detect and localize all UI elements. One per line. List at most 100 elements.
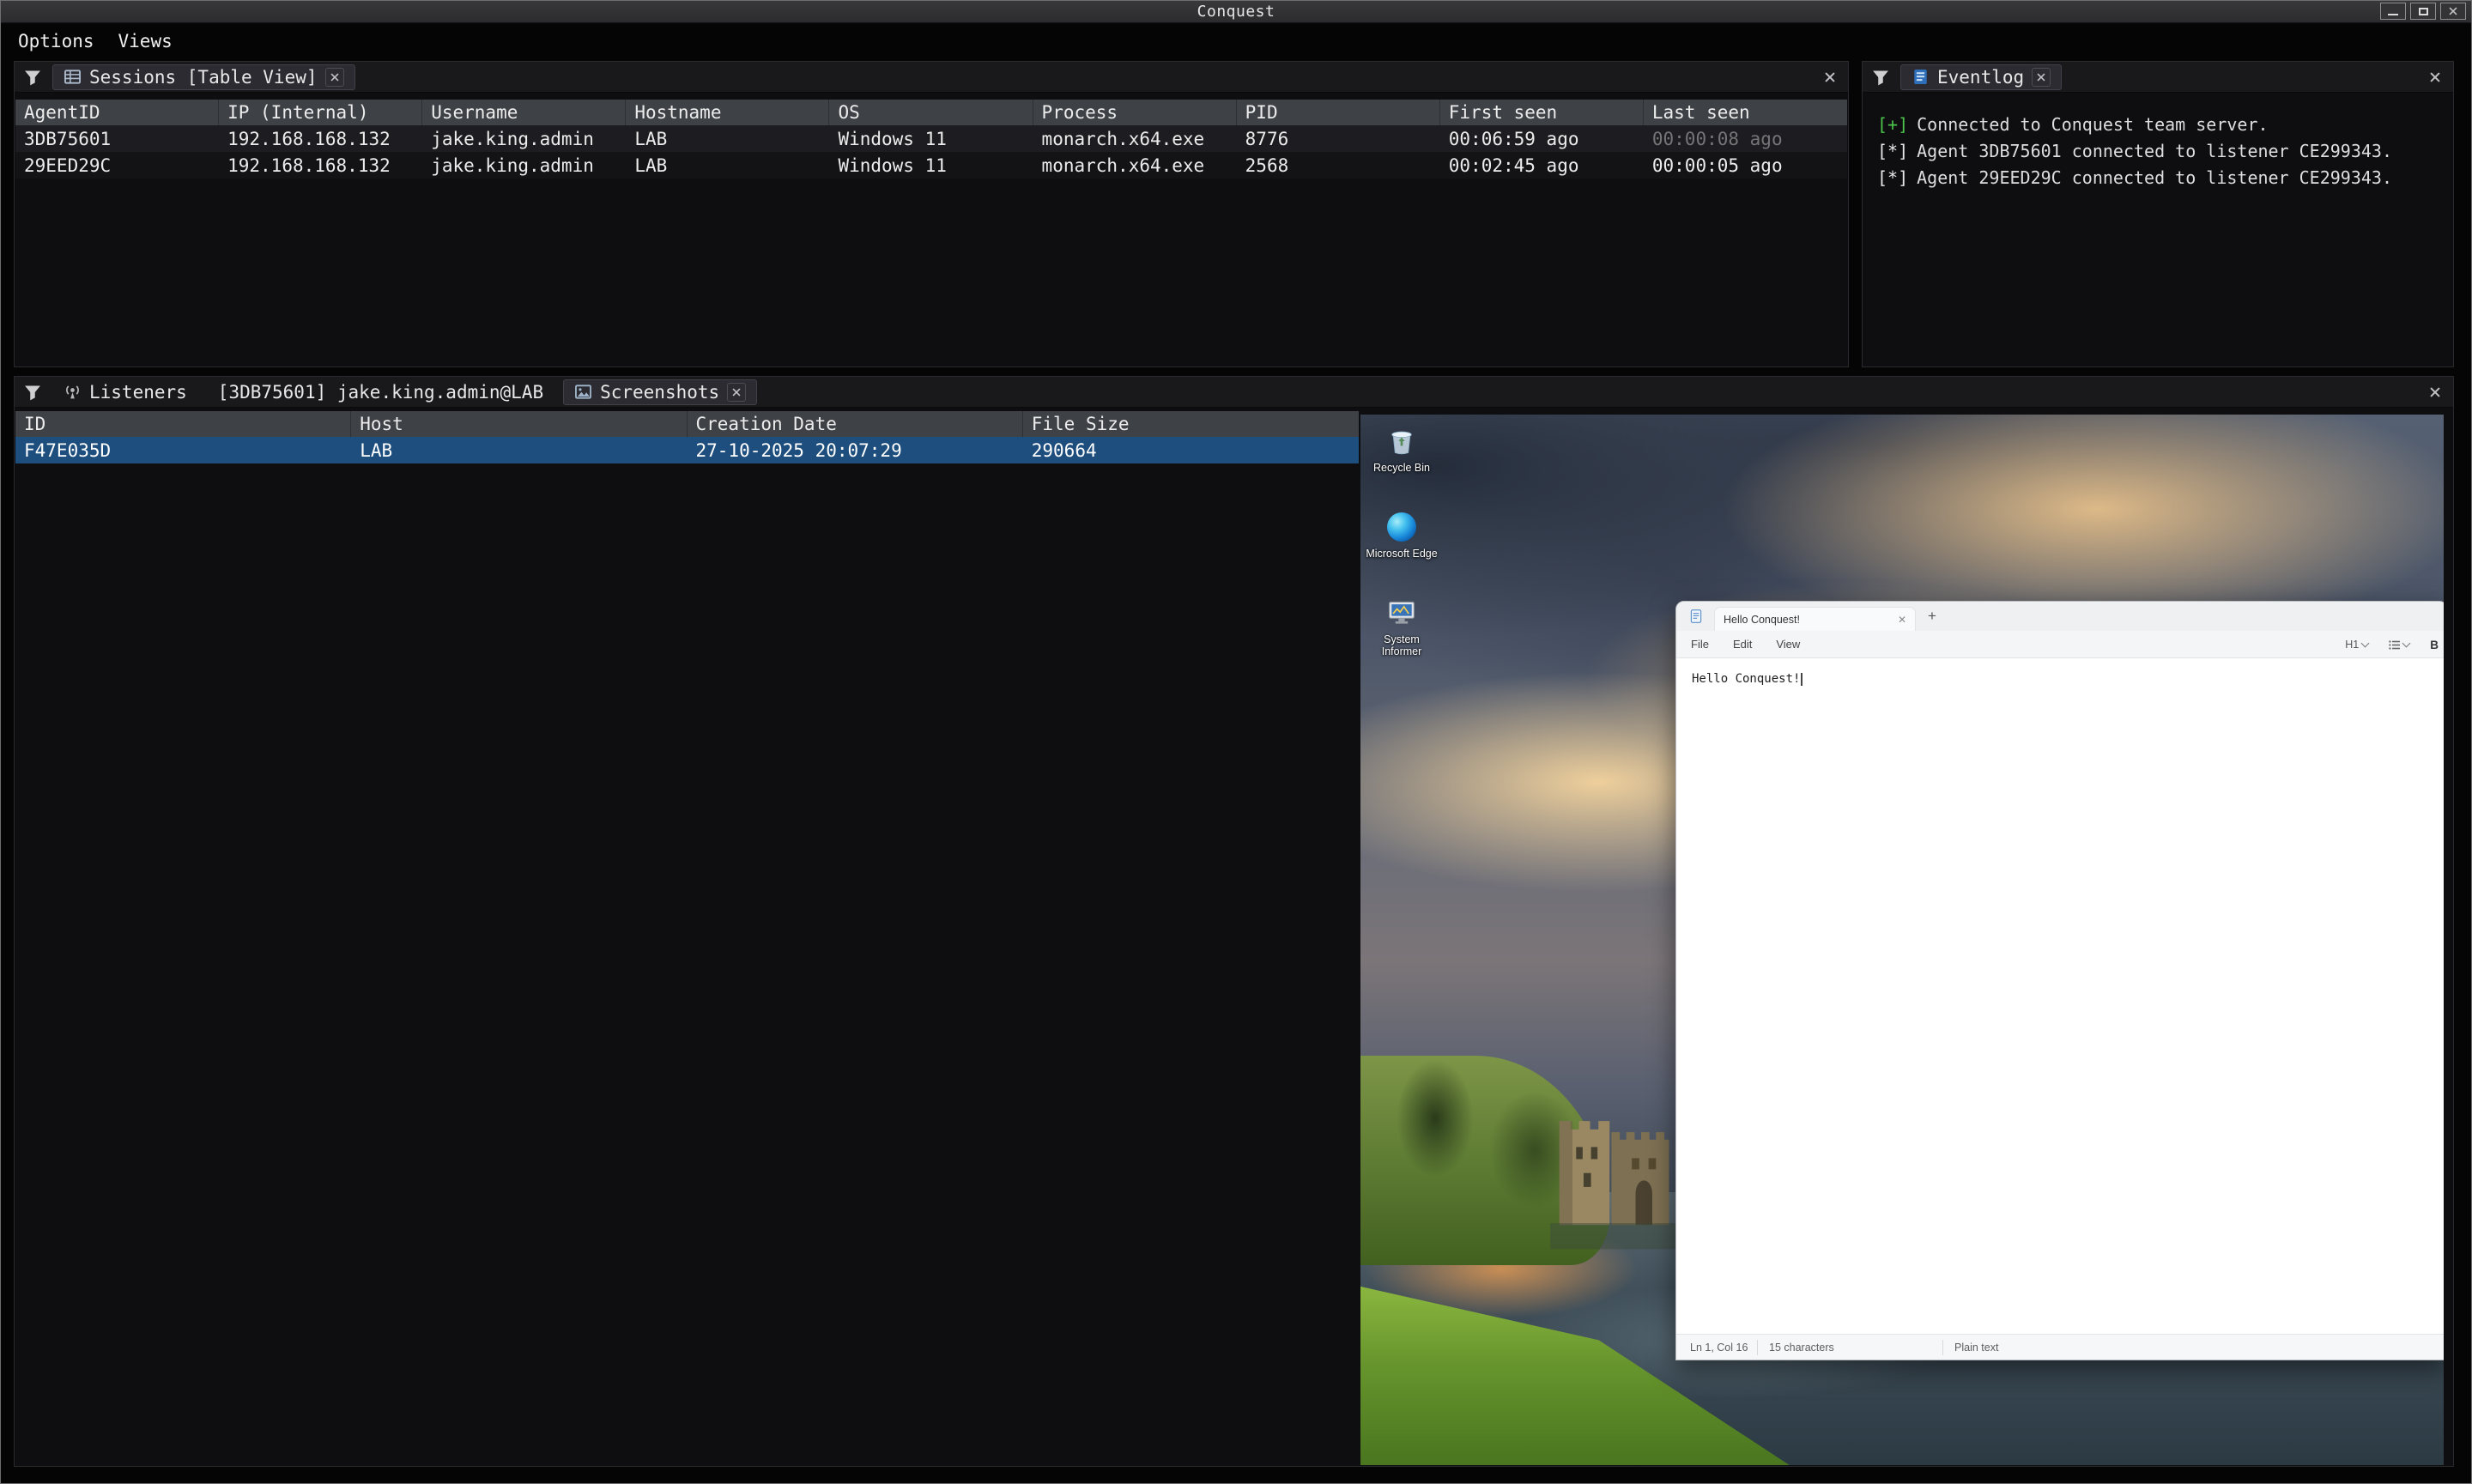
cell-pid: 8776 (1237, 129, 1440, 149)
cell-agentid: 29EED29C (15, 155, 219, 176)
maximize-button[interactable] (2410, 3, 2436, 20)
bottom-panel-close-icon[interactable] (2429, 386, 2441, 398)
cell-file-size: 290664 (1023, 440, 1359, 461)
notepad-bold-control: B (2430, 639, 2439, 651)
col-hostname[interactable]: Hostname (626, 100, 829, 125)
cell-last-seen: 00:00:08 ago (1644, 129, 1847, 149)
notepad-window: Hello Conquest! ✕ + File Edit View H1 (1675, 601, 2444, 1360)
close-button[interactable] (2440, 3, 2466, 20)
eventlog-text: Connected to Conquest team server. (1917, 114, 2268, 135)
session-row[interactable]: 3DB75601 192.168.168.132 jake.king.admin… (15, 125, 1847, 152)
tab-agent-session[interactable]: [3DB75601] jake.king.admin@LAB (207, 379, 554, 405)
notepad-statusbar: Ln 1, Col 16 15 characters Plain text (1676, 1334, 2444, 1360)
system-informer-icon (1386, 597, 1417, 628)
eventlog-text: Agent 3DB75601 connected to listener CE2… (1917, 141, 2392, 161)
status-cursor-position: Ln 1, Col 16 (1676, 1340, 1757, 1355)
eventlog-text: Agent 29EED29C connected to listener CE2… (1917, 167, 2392, 188)
tab-listeners[interactable]: Listeners (52, 379, 198, 405)
eventlog-body: [+]Connected to Conquest team server. [*… (1863, 100, 2452, 366)
tab-eventlog-label: Eventlog (1937, 67, 2024, 88)
notepad-menu-file: File (1691, 638, 1709, 651)
col-host[interactable]: Host (351, 411, 687, 437)
notepad-new-tab-button: + (1928, 608, 1936, 625)
notepad-tab-close-icon: ✕ (1898, 614, 1906, 626)
eventlog-line: [*]Agent 29EED29C connected to listener … (1877, 165, 2439, 191)
col-pid[interactable]: PID (1237, 100, 1440, 125)
notepad-menu-view: View (1776, 638, 1800, 651)
titlebar: Conquest (1, 1, 2471, 23)
cell-ip: 192.168.168.132 (219, 155, 422, 176)
notepad-editor: Hello Conquest! (1676, 659, 2444, 1334)
sessions-tabbar: Sessions [Table View] (15, 62, 1848, 93)
cell-os: Windows 11 (829, 155, 1033, 176)
col-id[interactable]: ID (15, 411, 351, 437)
col-first-seen[interactable]: First seen (1440, 100, 1644, 125)
close-icon (2037, 72, 2046, 82)
filter-funnel-icon[interactable] (23, 68, 42, 87)
bottom-panel: Listeners [3DB75601] jake.king.admin@LAB… (14, 376, 2454, 1467)
eventlog-line: [*]Agent 3DB75601 connected to listener … (1877, 138, 2439, 165)
status-character-count: 15 characters (1757, 1340, 1942, 1355)
screenshot-row[interactable]: F47E035D LAB 27-10-2025 20:07:29 290664 (15, 437, 1359, 463)
cell-hostname: LAB (626, 129, 829, 149)
cell-username: jake.king.admin (422, 155, 626, 176)
desktop-icon-microsoft-edge: Microsoft Edge (1366, 511, 1438, 560)
listeners-icon (64, 383, 82, 401)
eventlog-panel: Eventlog [+]Connected to Conquest team s… (1862, 61, 2454, 367)
session-row[interactable]: 29EED29C 192.168.168.132 jake.king.admin… (15, 152, 1847, 179)
conquest-window: Conquest Options Views Sessions [Table V… (0, 0, 2472, 1484)
eventlog-panel-close-icon[interactable] (2429, 71, 2441, 83)
tab-sessions-close-icon[interactable] (325, 68, 344, 87)
close-icon (732, 387, 742, 397)
tab-screenshots[interactable]: Screenshots (563, 379, 757, 405)
close-icon (2429, 386, 2441, 398)
minimize-button[interactable] (2380, 3, 2406, 20)
bottom-tabbar: Listeners [3DB75601] jake.king.admin@LAB… (15, 377, 2453, 408)
sessions-panel-close-icon[interactable] (1824, 71, 1836, 83)
notepad-tabstrip: Hello Conquest! ✕ + (1676, 602, 2444, 631)
menu-options[interactable]: Options (18, 31, 94, 51)
desktop-icon-recycle-bin: Recycle Bin (1366, 425, 1438, 474)
window-controls (2380, 3, 2466, 20)
tab-sessions-label: Sessions [Table View] (89, 67, 318, 88)
tab-eventlog[interactable]: Eventlog (1900, 64, 2062, 90)
tab-eventlog-close-icon[interactable] (2032, 68, 2051, 87)
cell-id: F47E035D (15, 440, 351, 461)
notepad-icon (1688, 609, 1704, 624)
cell-host: LAB (351, 440, 687, 461)
col-file-size[interactable]: File Size (1023, 411, 1359, 437)
filter-funnel-icon[interactable] (23, 383, 42, 402)
notepad-tab: Hello Conquest! ✕ (1714, 607, 1916, 631)
desktop-icon-system-informer: System Informer (1366, 597, 1438, 657)
notepad-heading-control: H1 (2345, 639, 2368, 651)
menu-views[interactable]: Views (118, 31, 173, 51)
tab-agent-session-label: [3DB75601] jake.king.admin@LAB (218, 382, 543, 403)
notepad-tab-title: Hello Conquest! (1724, 614, 1891, 626)
col-process[interactable]: Process (1033, 100, 1237, 125)
col-os[interactable]: OS (829, 100, 1033, 125)
col-username[interactable]: Username (422, 100, 626, 125)
cell-creation-date: 27-10-2025 20:07:29 (688, 440, 1023, 461)
close-icon (1824, 71, 1836, 83)
cell-pid: 2568 (1237, 155, 1440, 176)
wallpaper-castle (1550, 1076, 1680, 1255)
tab-sessions-table-view[interactable]: Sessions [Table View] (52, 64, 355, 90)
col-creation-date[interactable]: Creation Date (688, 411, 1023, 437)
cell-agentid: 3DB75601 (15, 129, 219, 149)
chevron-down-icon (2402, 639, 2411, 648)
tab-screenshots-close-icon[interactable] (727, 383, 746, 402)
sessions-panel: Sessions [Table View] AgentID IP (Intern… (14, 61, 1849, 367)
cell-first-seen: 00:06:59 ago (1440, 129, 1644, 149)
cell-process: monarch.x64.exe (1033, 155, 1237, 176)
eventlog-line: [+]Connected to Conquest team server. (1877, 112, 2439, 138)
eventlog-tabbar: Eventlog (1863, 62, 2453, 93)
col-last-seen[interactable]: Last seen (1644, 100, 1847, 125)
filter-funnel-icon[interactable] (1871, 68, 1890, 87)
col-agentid[interactable]: AgentID (15, 100, 219, 125)
table-view-icon (64, 68, 82, 86)
tab-screenshots-label: Screenshots (600, 382, 719, 403)
edge-icon (1387, 512, 1416, 542)
cell-os: Windows 11 (829, 129, 1033, 149)
col-ip-internal[interactable]: IP (Internal) (219, 100, 422, 125)
text-caret (1801, 673, 1802, 686)
